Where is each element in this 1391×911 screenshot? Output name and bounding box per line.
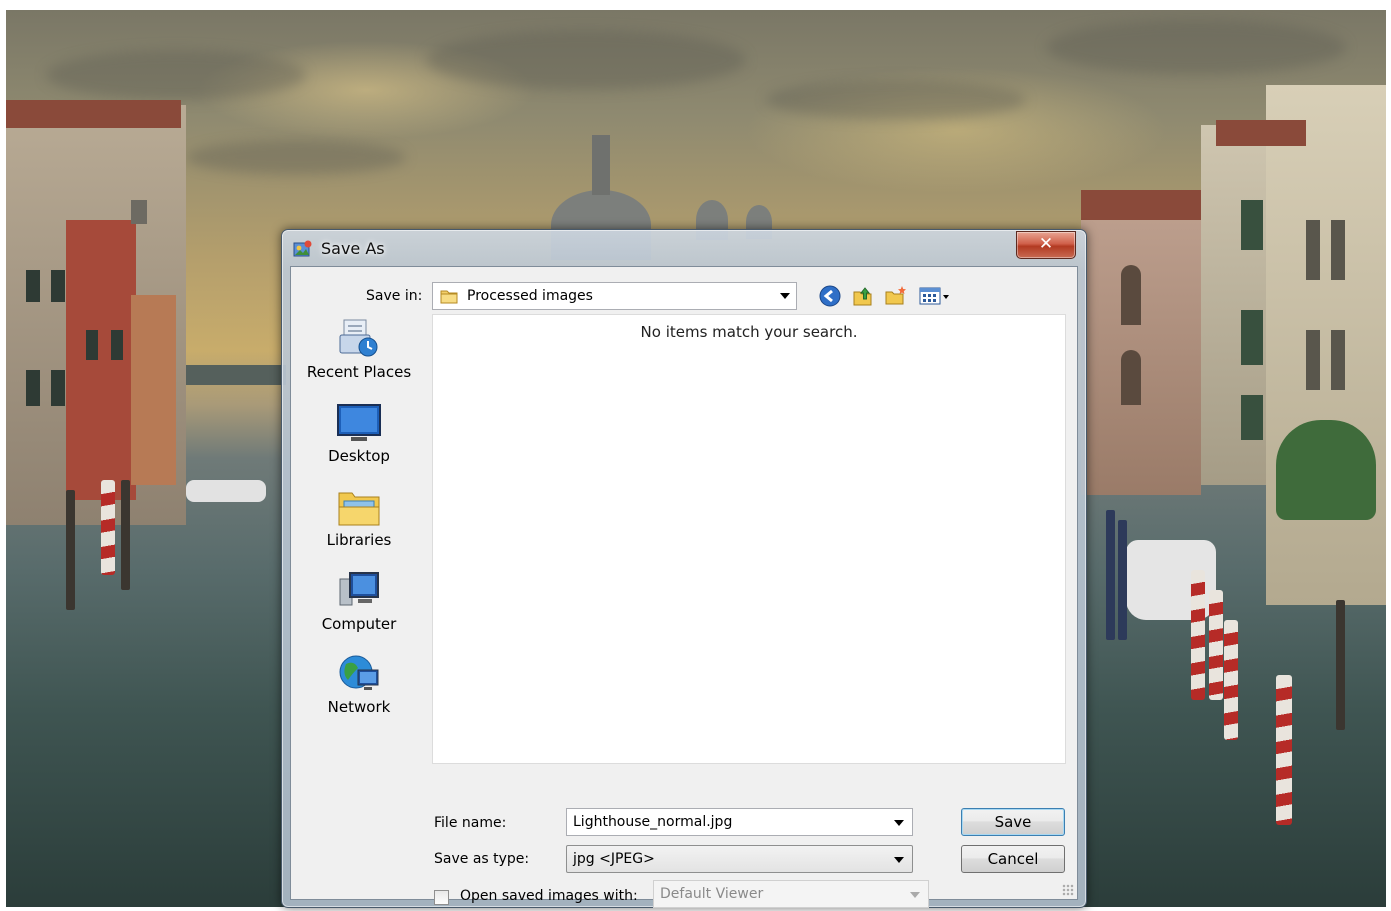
mooring-pole [1106,510,1115,640]
shutter-window [1241,395,1263,440]
window [51,370,65,406]
save-as-dialog: Save As ✕ Save in: Processed images Rece… [281,229,1087,908]
place-label: Desktop [328,447,390,465]
dome-lantern [592,135,610,195]
window [51,270,65,302]
recent-places-icon [339,319,378,357]
place-label: Recent Places [306,363,412,381]
roof [1081,190,1206,220]
file-name-input[interactable]: Lighthouse_normal.jpg [566,808,913,836]
save-in-value: Processed images [467,288,593,304]
place-network[interactable]: Network [303,652,415,716]
computer-icon [339,572,379,606]
save-in-label: Save in: [366,288,423,304]
libraries-icon [338,492,380,526]
distant-shore [186,365,286,385]
mooring-pole [1336,600,1345,730]
mooring-pole [121,480,130,590]
striped-mooring-pole [101,480,115,575]
open-with-checkbox[interactable] [434,890,449,905]
place-desktop[interactable]: Desktop [303,401,415,465]
save-as-type-value: jpg <JPEG> [573,851,655,867]
empty-message: No items match your search. [640,323,858,341]
place-label: Libraries [326,531,392,549]
file-name-label: File name: [434,815,507,831]
resize-grip[interactable] [1062,884,1074,896]
window [1331,220,1345,280]
chevron-down-icon [910,892,920,898]
view-menu-icon[interactable] [918,284,952,308]
mooring-pole [66,490,75,610]
cancel-button[interactable]: Cancel [961,845,1065,873]
back-icon[interactable] [818,284,842,308]
roof [1216,120,1306,146]
save-as-type-label: Save as type: [434,851,530,867]
place-label: Computer [321,615,397,633]
network-icon [339,655,379,690]
title-bar[interactable]: Save As ✕ [282,230,1086,266]
window [1306,220,1320,280]
shutter-window [1241,200,1263,250]
dialog-body: Save in: Processed images Recent Places … [290,266,1078,908]
dialog-title: Save As [321,239,385,258]
window [131,200,147,224]
boat [186,480,266,502]
right-building [1266,85,1386,605]
window [1121,265,1141,325]
new-folder-icon[interactable] [884,284,908,308]
open-with-label: Open saved images with: [460,888,638,904]
save-as-type-dropdown[interactable]: jpg <JPEG> [566,845,913,873]
save-in-dropdown[interactable]: Processed images [432,282,797,310]
place-computer[interactable]: Computer [303,569,415,633]
desktop-icon [337,404,381,441]
building [131,295,176,485]
cloud [1046,20,1346,75]
striped-mooring-pole [1209,590,1223,700]
cloud [766,80,1026,120]
window [26,370,40,406]
folder-icon [440,290,458,304]
chevron-down-icon [894,857,904,863]
open-with-value: Default Viewer [660,886,764,902]
place-libraries[interactable]: Libraries [303,485,415,549]
place-label: Network [327,698,391,716]
chevron-down-icon [780,293,790,299]
roof [6,100,181,128]
close-button[interactable]: ✕ [1016,231,1076,259]
cloud [186,140,406,175]
window [86,330,98,360]
shutter-window [1241,310,1263,365]
cloud [426,30,746,90]
right-building [1081,195,1201,495]
mooring-pole [1118,520,1127,640]
window [26,270,40,302]
chevron-down-icon[interactable] [894,820,904,826]
up-folder-icon[interactable] [851,284,875,308]
window [1331,330,1345,390]
window [1306,330,1320,390]
places-bar: Recent Places Desktop Libraries Computer… [303,317,415,747]
tree [1276,420,1376,520]
save-button[interactable]: Save [961,808,1065,836]
window [1121,350,1141,405]
file-list[interactable]: No items match your search. [432,314,1066,764]
striped-mooring-pole [1191,570,1205,700]
window [111,330,123,360]
striped-mooring-pole [1224,620,1238,740]
app-icon [293,240,312,257]
cloud [46,50,306,100]
place-recent-places[interactable]: Recent Places [303,317,415,381]
open-with-dropdown: Default Viewer [653,880,929,908]
red-building [66,220,136,500]
striped-mooring-pole [1276,675,1292,825]
file-name-value: Lighthouse_normal.jpg [573,814,733,830]
